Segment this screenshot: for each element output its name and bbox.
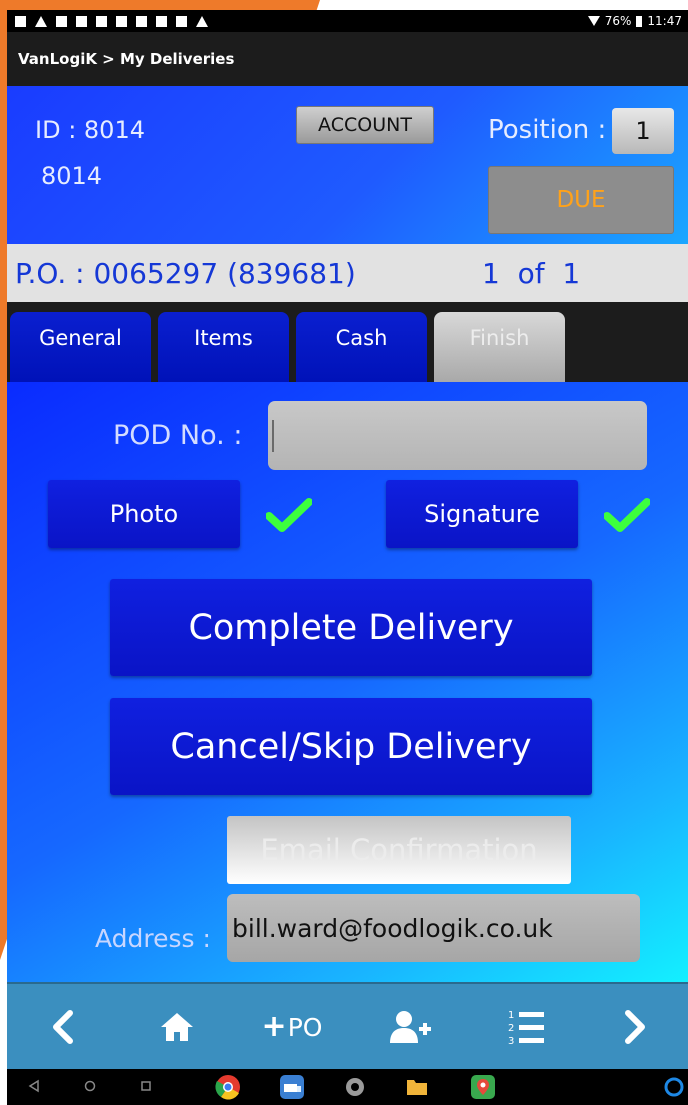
numbered-list-icon: 1 2 3 xyxy=(508,1010,544,1046)
warning-notification-icon xyxy=(35,15,47,27)
plus-icon: + xyxy=(261,1009,287,1044)
photo-button[interactable]: Photo xyxy=(48,480,240,548)
home-button[interactable] xyxy=(157,1004,197,1050)
po-count: 1 of 1 xyxy=(482,257,581,290)
bottom-nav: + PO 1 2 3 xyxy=(7,982,688,1069)
tab-cash[interactable]: Cash xyxy=(296,312,427,382)
system-status: 76% 11:47 xyxy=(587,14,682,28)
due-button[interactable]: DUE xyxy=(488,166,674,234)
svg-text:2: 2 xyxy=(508,1023,514,1034)
customer-id-secondary: 8014 xyxy=(41,162,103,190)
gesture-notification-icon xyxy=(136,15,147,27)
tab-finish[interactable]: Finish xyxy=(434,312,565,382)
battery-icon xyxy=(636,15,643,27)
file-manager-icon[interactable] xyxy=(405,1075,429,1099)
warning-notification-icon xyxy=(196,15,208,27)
email-address-field[interactable]: bill.ward@foodlogik.co.uk xyxy=(227,894,640,962)
maps-icon[interactable] xyxy=(470,1074,496,1100)
tab-strip: General Items Cash Finish xyxy=(7,302,688,382)
breadcrumb: VanLogiK > My Deliveries xyxy=(18,50,235,68)
tab-general[interactable]: General xyxy=(10,312,151,382)
complete-delivery-button[interactable]: Complete Delivery xyxy=(110,579,592,676)
chevron-right-icon xyxy=(625,1010,645,1044)
address-label: Address : xyxy=(95,924,211,953)
wifi-icon xyxy=(587,16,600,26)
notification-icons xyxy=(15,15,208,27)
add-user-button[interactable] xyxy=(387,1004,435,1050)
play-notification-icon xyxy=(96,15,107,27)
finish-panel: POD No. : Photo Signature Complete Deliv… xyxy=(7,382,688,982)
cancel-skip-delivery-button[interactable]: Cancel/Skip Delivery xyxy=(110,698,592,795)
mail-notification-icon xyxy=(56,15,67,27)
system-back-icon[interactable] xyxy=(27,1079,41,1093)
chrome-icon[interactable] xyxy=(215,1074,241,1100)
email-confirmation-button[interactable]: Email Confirmation xyxy=(227,816,571,884)
chevron-left-icon xyxy=(53,1010,73,1044)
calendar-notification-icon xyxy=(176,15,187,27)
title-bar: VanLogiK > My Deliveries xyxy=(7,32,688,86)
customer-id: ID : 8014 xyxy=(35,116,145,144)
check-icon xyxy=(266,498,312,532)
mail-notification-icon xyxy=(76,15,87,27)
check-icon xyxy=(604,498,650,532)
system-home-icon[interactable] xyxy=(83,1079,97,1093)
delivery-list-button[interactable]: 1 2 3 xyxy=(504,1004,548,1050)
clock: 11:47 xyxy=(647,14,682,28)
device-screen: 76% 11:47 VanLogiK > My Deliveries ID : … xyxy=(0,0,688,1105)
app-window: 76% 11:47 VanLogiK > My Deliveries ID : … xyxy=(7,10,688,1105)
pod-label: POD No. : xyxy=(113,420,243,451)
position-label: Position : xyxy=(488,115,607,145)
status-bar: 76% 11:47 xyxy=(7,10,688,32)
delivery-header: ID : 8014 8014 ACCOUNT Position : 1 DUE xyxy=(7,86,688,244)
system-nav-bar xyxy=(7,1069,688,1105)
download-notification-icon xyxy=(156,15,167,27)
home-icon xyxy=(161,1013,193,1041)
signature-button[interactable]: Signature xyxy=(386,480,578,548)
add-po-button[interactable]: + PO xyxy=(257,1004,327,1050)
location-notification-icon xyxy=(116,15,127,27)
user-plus-icon xyxy=(390,1011,431,1043)
tab-items[interactable]: Items xyxy=(158,312,289,382)
assistant-icon[interactable] xyxy=(663,1076,685,1098)
po-bar: P.O. : 0065297 (839681) 1 of 1 xyxy=(7,244,688,302)
pod-number-input[interactable] xyxy=(268,401,647,470)
position-value[interactable]: 1 xyxy=(612,108,674,154)
po-number: P.O. : 0065297 (839681) xyxy=(15,257,356,290)
account-button[interactable]: ACCOUNT xyxy=(296,106,434,144)
settings-gear-icon[interactable] xyxy=(343,1075,367,1099)
battery-percent: 76% xyxy=(604,14,632,28)
image-notification-icon xyxy=(15,15,26,27)
text-caret xyxy=(272,420,274,452)
back-button[interactable] xyxy=(43,1004,83,1050)
forward-button[interactable] xyxy=(615,1004,655,1050)
svg-text:1: 1 xyxy=(508,1010,514,1021)
add-po-label: PO xyxy=(287,1012,323,1042)
svg-text:3: 3 xyxy=(508,1036,514,1046)
van-app-icon[interactable] xyxy=(279,1074,305,1100)
system-recents-icon[interactable] xyxy=(139,1079,153,1093)
